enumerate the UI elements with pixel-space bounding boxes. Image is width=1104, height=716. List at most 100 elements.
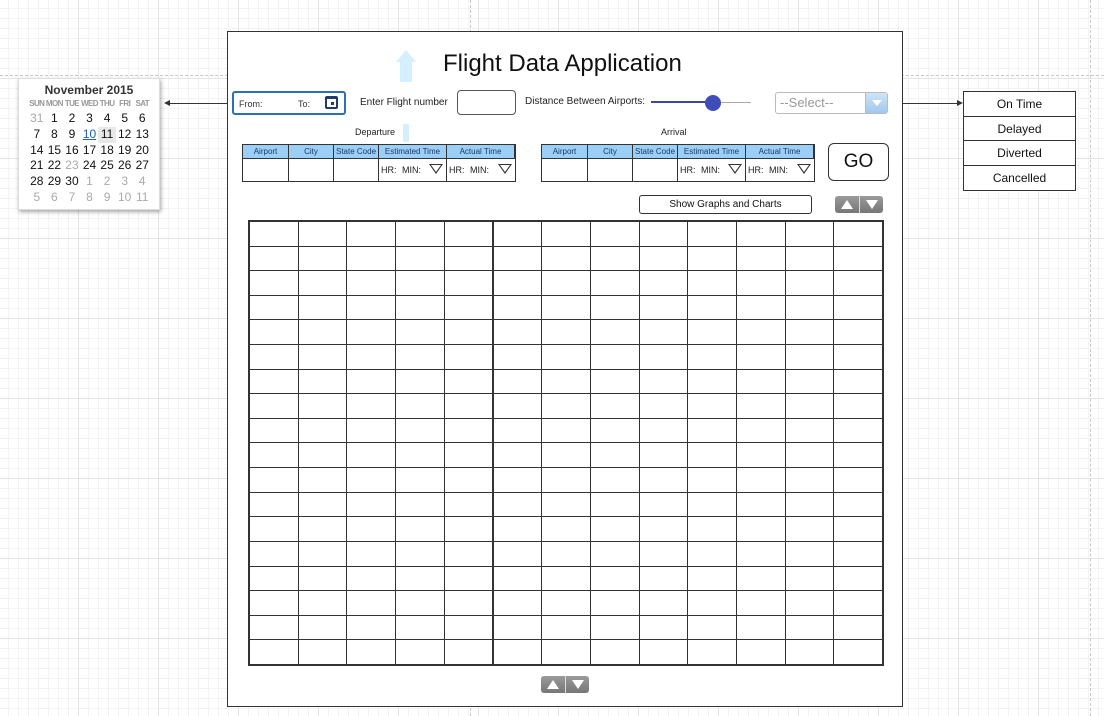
table-cell[interactable] bbox=[784, 270, 835, 296]
table-cell[interactable] bbox=[784, 319, 835, 346]
triangle-down-icon[interactable] bbox=[429, 164, 443, 174]
table-cell[interactable] bbox=[297, 319, 348, 346]
status-option-diverted[interactable]: Diverted bbox=[964, 141, 1075, 166]
triangle-down-icon[interactable] bbox=[498, 164, 512, 174]
table-cell[interactable] bbox=[735, 270, 786, 296]
table-cell[interactable] bbox=[638, 540, 689, 567]
table-cell[interactable] bbox=[589, 516, 640, 542]
flight-number-input[interactable] bbox=[457, 90, 516, 115]
table-cell[interactable] bbox=[638, 221, 689, 247]
table-cell[interactable] bbox=[833, 467, 883, 493]
table-cell[interactable] bbox=[541, 516, 591, 542]
table-cell[interactable] bbox=[443, 245, 494, 272]
arrival-city-cell[interactable] bbox=[588, 159, 633, 181]
table-cell[interactable] bbox=[735, 417, 786, 444]
table-cell[interactable] bbox=[443, 368, 494, 395]
table-cell[interactable] bbox=[833, 221, 883, 247]
table-cell[interactable] bbox=[833, 294, 883, 321]
table-cell[interactable] bbox=[541, 491, 591, 518]
table-cell[interactable] bbox=[784, 393, 835, 419]
table-cell[interactable] bbox=[784, 417, 835, 444]
table-cell[interactable] bbox=[784, 540, 835, 567]
calendar-day[interactable]: 12 bbox=[116, 127, 134, 143]
table-cell[interactable] bbox=[346, 590, 397, 616]
table-cell[interactable] bbox=[249, 294, 299, 321]
table-cell[interactable] bbox=[492, 344, 543, 370]
date-picker-calendar[interactable]: November 2015 SUN MON TUE WED THU FRI SA… bbox=[18, 78, 160, 210]
distance-slider-track[interactable] bbox=[651, 101, 713, 103]
table-cell[interactable] bbox=[589, 344, 640, 370]
table-cell[interactable] bbox=[833, 417, 883, 444]
table-cell[interactable] bbox=[735, 245, 786, 272]
arrival-actual-time[interactable]: HR: MIN: bbox=[746, 159, 814, 181]
table-cell[interactable] bbox=[346, 221, 397, 247]
table-cell[interactable] bbox=[443, 294, 494, 321]
calendar-day[interactable]: 29 bbox=[46, 174, 64, 190]
triangle-down-icon[interactable] bbox=[797, 164, 811, 174]
table-cell[interactable] bbox=[541, 319, 591, 346]
table-cell[interactable] bbox=[784, 467, 835, 493]
table-cell[interactable] bbox=[249, 393, 299, 419]
table-cell[interactable] bbox=[249, 467, 299, 493]
table-cell[interactable] bbox=[589, 639, 640, 665]
table-cell[interactable] bbox=[541, 540, 591, 567]
table-cell[interactable] bbox=[735, 590, 786, 616]
calendar-day[interactable]: 9 bbox=[98, 190, 116, 206]
table-cell[interactable] bbox=[346, 245, 397, 272]
table-cell[interactable] bbox=[395, 540, 445, 567]
table-cell[interactable] bbox=[784, 368, 835, 395]
calendar-day[interactable]: 4 bbox=[133, 174, 151, 190]
table-cell[interactable] bbox=[395, 221, 445, 247]
calendar-icon[interactable] bbox=[325, 96, 338, 109]
table-cell[interactable] bbox=[589, 270, 640, 296]
table-cell[interactable] bbox=[638, 344, 689, 370]
table-cell[interactable] bbox=[249, 417, 299, 444]
table-cell[interactable] bbox=[443, 540, 494, 567]
table-cell[interactable] bbox=[589, 442, 640, 469]
table-cell[interactable] bbox=[687, 319, 737, 346]
table-cell[interactable] bbox=[687, 590, 737, 616]
calendar-day[interactable]: 17 bbox=[81, 143, 99, 159]
pager-buttons-bottom[interactable] bbox=[541, 676, 589, 693]
table-cell[interactable] bbox=[346, 393, 397, 419]
departure-airport-cell[interactable] bbox=[243, 159, 289, 181]
calendar-day[interactable]: 27 bbox=[133, 158, 151, 174]
calendar-day[interactable]: 10 bbox=[116, 190, 134, 206]
calendar-day[interactable]: 4 bbox=[98, 111, 116, 127]
table-cell[interactable] bbox=[297, 442, 348, 469]
table-cell[interactable] bbox=[346, 516, 397, 542]
table-cell[interactable] bbox=[297, 516, 348, 542]
arrow-down-icon[interactable] bbox=[859, 196, 883, 213]
table-cell[interactable] bbox=[541, 393, 591, 419]
table-cell[interactable] bbox=[784, 639, 835, 665]
table-cell[interactable] bbox=[443, 639, 494, 665]
table-cell[interactable] bbox=[541, 344, 591, 370]
table-cell[interactable] bbox=[297, 491, 348, 518]
table-cell[interactable] bbox=[833, 565, 883, 592]
calendar-day[interactable]: 21 bbox=[28, 158, 46, 174]
date-range-field[interactable]: From: To: bbox=[232, 91, 346, 115]
calendar-day[interactable]: 2 bbox=[63, 111, 81, 127]
table-cell[interactable] bbox=[833, 540, 883, 567]
table-cell[interactable] bbox=[395, 491, 445, 518]
arrival-state-cell[interactable] bbox=[633, 159, 678, 181]
status-option-delayed[interactable]: Delayed bbox=[964, 117, 1075, 141]
table-cell[interactable] bbox=[589, 319, 640, 346]
table-cell[interactable] bbox=[443, 516, 494, 542]
calendar-day[interactable]: 1 bbox=[46, 111, 64, 127]
table-cell[interactable] bbox=[249, 516, 299, 542]
table-cell[interactable] bbox=[589, 590, 640, 616]
table-cell[interactable] bbox=[638, 590, 689, 616]
table-cell[interactable] bbox=[638, 467, 689, 493]
table-cell[interactable] bbox=[687, 516, 737, 542]
table-cell[interactable] bbox=[297, 614, 348, 641]
calendar-day[interactable]: 13 bbox=[133, 127, 151, 143]
table-cell[interactable] bbox=[395, 319, 445, 346]
table-cell[interactable] bbox=[541, 270, 591, 296]
table-cell[interactable] bbox=[492, 442, 543, 469]
table-cell[interactable] bbox=[735, 294, 786, 321]
table-cell[interactable] bbox=[589, 491, 640, 518]
table-cell[interactable] bbox=[687, 245, 737, 272]
arrow-up-icon[interactable] bbox=[835, 196, 859, 213]
table-cell[interactable] bbox=[638, 294, 689, 321]
